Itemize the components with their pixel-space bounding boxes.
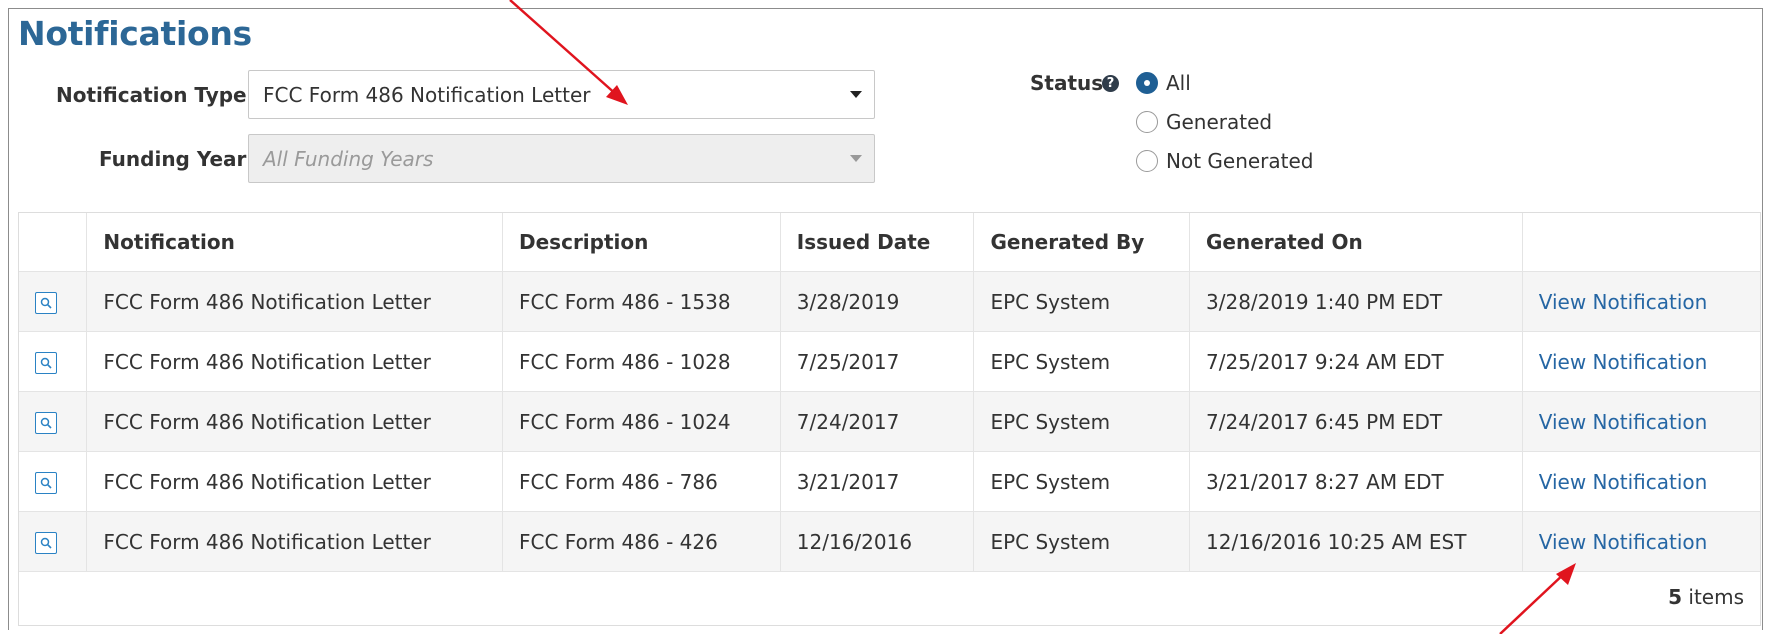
cell-notification: FCC Form 486 Notification Letter bbox=[86, 331, 504, 392]
cell-generated-on: 3/28/2019 1:40 PM EDT bbox=[1189, 271, 1523, 332]
column-header-generated-on[interactable]: Generated On bbox=[1189, 213, 1523, 272]
status-option-label: Generated bbox=[1166, 110, 1273, 134]
table-row: FCC Form 486 Notification Letter FCC For… bbox=[19, 451, 1760, 512]
status-option-label: Not Generated bbox=[1166, 149, 1314, 173]
cell-generated-by: EPC System bbox=[973, 331, 1190, 392]
radio-unchecked-icon[interactable] bbox=[1136, 150, 1158, 172]
table-header-row: Notification Description Issued Date Gen… bbox=[19, 213, 1760, 272]
cell-description: FCC Form 486 - 1538 bbox=[502, 271, 781, 332]
cell-generated-by: EPC System bbox=[973, 511, 1190, 572]
column-header-description[interactable]: Description bbox=[502, 213, 781, 272]
status-radio-not-generated[interactable]: Not Generated bbox=[1136, 149, 1314, 173]
notification-type-select[interactable]: FCC Form 486 Notification Letter bbox=[248, 70, 875, 119]
cell-generated-by: EPC System bbox=[973, 271, 1190, 332]
view-notification-link[interactable]: View Notification bbox=[1539, 350, 1708, 374]
notifications-grid: Notification Description Issued Date Gen… bbox=[18, 212, 1761, 626]
grid-footer: 5 items bbox=[1668, 585, 1744, 609]
radio-checked-icon[interactable] bbox=[1136, 72, 1158, 94]
column-header-notification[interactable]: Notification bbox=[86, 213, 504, 272]
cell-issued-date: 3/21/2017 bbox=[780, 451, 975, 512]
cell-generated-on: 3/21/2017 8:27 AM EDT bbox=[1189, 451, 1523, 512]
radio-unchecked-icon[interactable] bbox=[1136, 111, 1158, 133]
magnifier-icon[interactable] bbox=[35, 291, 57, 314]
item-count-suffix: items bbox=[1688, 585, 1744, 609]
column-header-preview bbox=[19, 213, 88, 272]
magnifier-icon[interactable] bbox=[35, 471, 57, 494]
cell-notification: FCC Form 486 Notification Letter bbox=[86, 511, 504, 572]
cell-notification: FCC Form 486 Notification Letter bbox=[86, 391, 504, 452]
status-radio-all[interactable]: All bbox=[1136, 71, 1191, 95]
cell-generated-on: 7/25/2017 9:24 AM EDT bbox=[1189, 331, 1523, 392]
cell-notification: FCC Form 486 Notification Letter bbox=[86, 451, 504, 512]
view-notification-link[interactable]: View Notification bbox=[1539, 470, 1708, 494]
status-label: Status bbox=[1030, 71, 1104, 95]
column-header-action bbox=[1522, 213, 1760, 272]
magnifier-icon[interactable] bbox=[35, 411, 57, 434]
cell-generated-on: 7/24/2017 6:45 PM EDT bbox=[1189, 391, 1523, 452]
column-header-generated-by[interactable]: Generated By bbox=[973, 213, 1190, 272]
cell-issued-date: 3/28/2019 bbox=[780, 271, 975, 332]
view-notification-link[interactable]: View Notification bbox=[1539, 410, 1708, 434]
table-row: FCC Form 486 Notification Letter FCC For… bbox=[19, 331, 1760, 392]
cell-generated-by: EPC System bbox=[973, 391, 1190, 452]
notification-type-label: Notification Type bbox=[56, 83, 247, 107]
cell-description: FCC Form 486 - 1024 bbox=[502, 391, 781, 452]
magnifier-icon[interactable] bbox=[35, 531, 57, 554]
caret-down-icon bbox=[850, 91, 862, 98]
status-radio-generated[interactable]: Generated bbox=[1136, 110, 1272, 134]
funding-year-select: All Funding Years bbox=[248, 134, 875, 183]
view-notification-link[interactable]: View Notification bbox=[1539, 290, 1708, 314]
table-row: FCC Form 486 Notification Letter FCC For… bbox=[19, 511, 1760, 572]
funding-year-label: Funding Year bbox=[99, 147, 247, 171]
cell-description: FCC Form 486 - 786 bbox=[502, 451, 781, 512]
view-notification-link[interactable]: View Notification bbox=[1539, 530, 1708, 554]
cell-generated-by: EPC System bbox=[973, 451, 1190, 512]
funding-year-value: All Funding Years bbox=[263, 146, 434, 171]
status-option-label: All bbox=[1166, 71, 1191, 95]
caret-down-icon bbox=[850, 155, 862, 162]
table-row: FCC Form 486 Notification Letter FCC For… bbox=[19, 391, 1760, 452]
cell-notification: FCC Form 486 Notification Letter bbox=[86, 271, 504, 332]
cell-description: FCC Form 486 - 1028 bbox=[502, 331, 781, 392]
column-header-issued-date[interactable]: Issued Date bbox=[780, 213, 975, 272]
cell-generated-on: 12/16/2016 10:25 AM EST bbox=[1189, 511, 1523, 572]
cell-issued-date: 7/24/2017 bbox=[780, 391, 975, 452]
cell-description: FCC Form 486 - 426 bbox=[502, 511, 781, 572]
cell-issued-date: 7/25/2017 bbox=[780, 331, 975, 392]
item-count: 5 bbox=[1668, 585, 1683, 609]
question-circle-icon[interactable]: ? bbox=[1102, 75, 1119, 92]
cell-issued-date: 12/16/2016 bbox=[780, 511, 975, 572]
table-row: FCC Form 486 Notification Letter FCC For… bbox=[19, 271, 1760, 332]
magnifier-icon[interactable] bbox=[35, 351, 57, 374]
notifications-table: Notification Description Issued Date Gen… bbox=[19, 213, 1760, 572]
page-title: Notifications bbox=[18, 14, 252, 53]
notification-type-value: FCC Form 486 Notification Letter bbox=[263, 82, 591, 107]
